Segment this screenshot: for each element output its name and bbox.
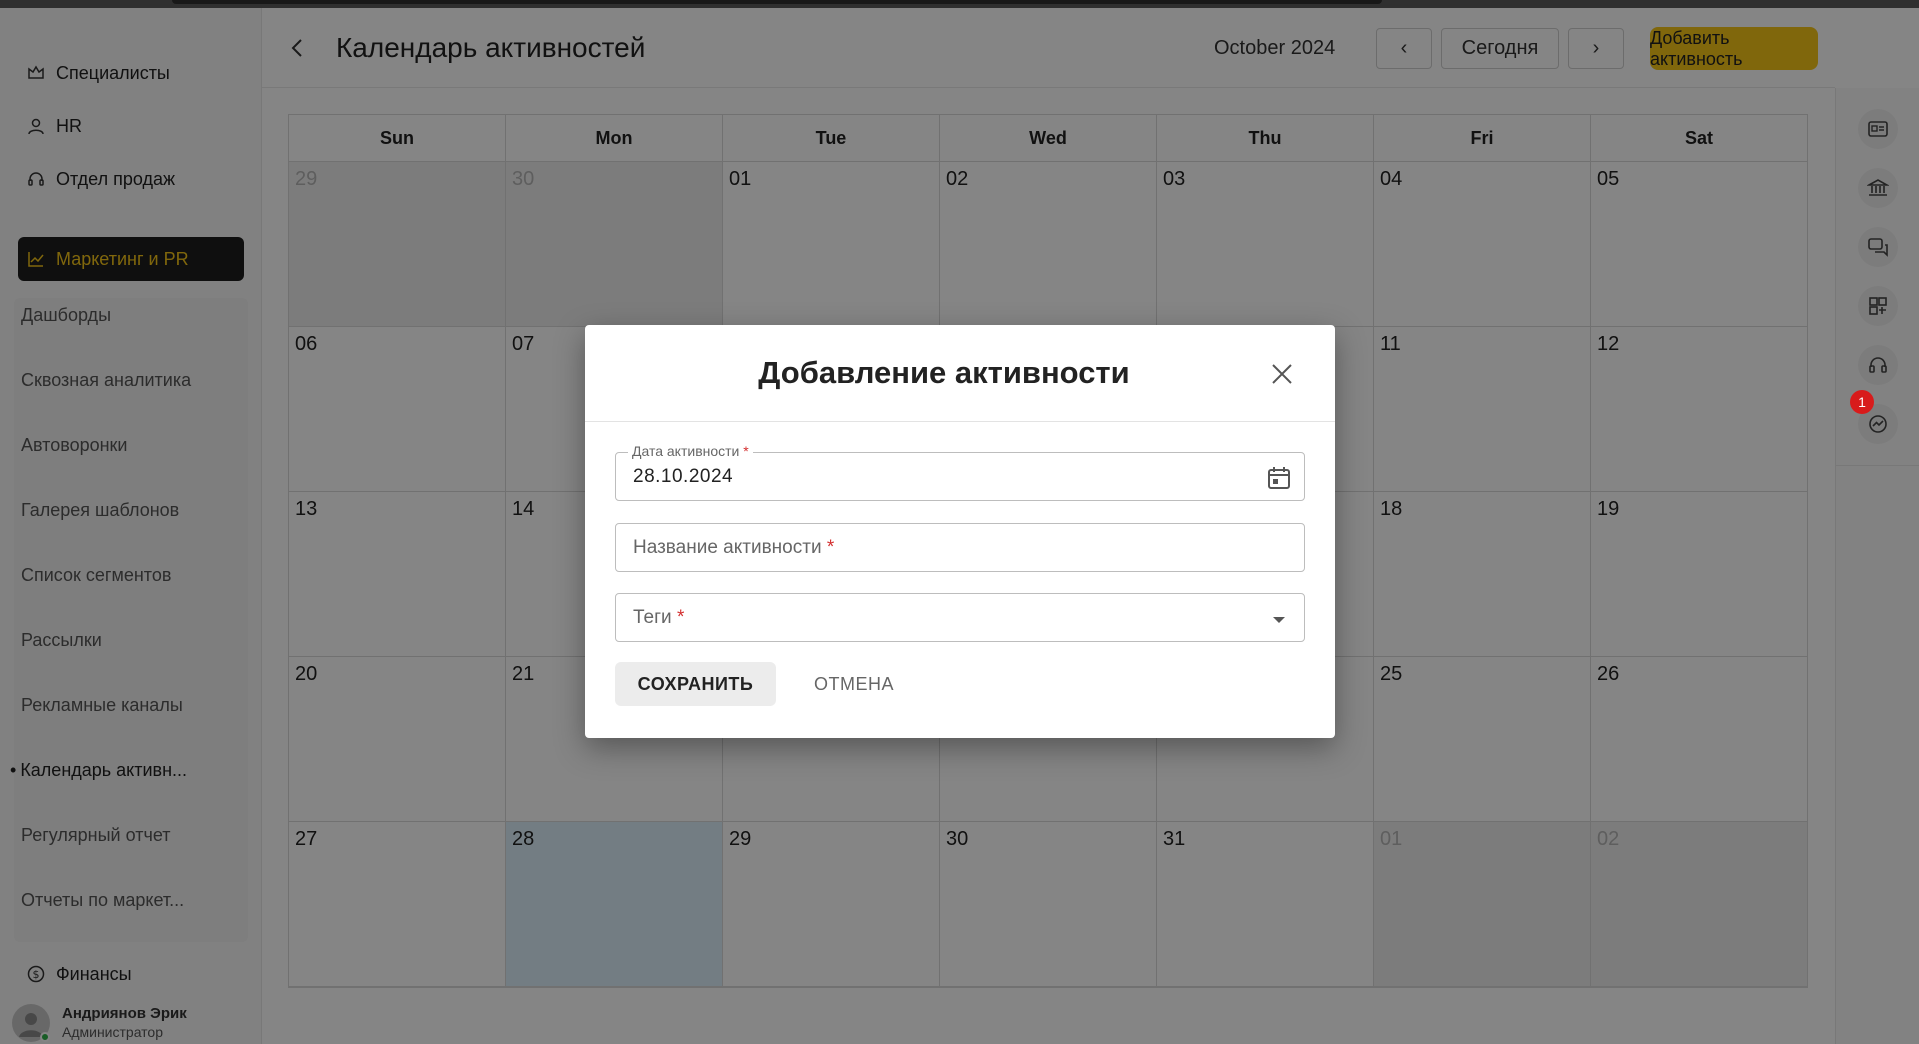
dialog-title: Добавление активности <box>758 355 1130 390</box>
close-icon[interactable] <box>1268 360 1296 388</box>
chevron-down-icon[interactable] <box>1266 606 1292 632</box>
tags-select[interactable]: Теги * <box>615 593 1305 642</box>
activity-date-field[interactable]: Дата активности * 28.10.2024 <box>615 443 1305 501</box>
select-placeholder: Теги * <box>633 607 685 628</box>
notification-badge: 1 <box>1850 390 1874 414</box>
date-value: 28.10.2024 <box>633 466 734 487</box>
input-placeholder: Название активности * <box>633 537 835 558</box>
activity-name-input[interactable]: Название активности * <box>615 523 1305 572</box>
save-button[interactable]: СОХРАНИТЬ <box>615 662 776 706</box>
add-activity-dialog: Добавление активности Дата активности * … <box>585 325 1335 738</box>
cancel-button[interactable]: ОТМЕНА <box>799 662 909 706</box>
divider <box>585 421 1335 422</box>
calendar-icon[interactable] <box>1266 465 1292 491</box>
field-label: Дата активности * <box>628 443 753 459</box>
